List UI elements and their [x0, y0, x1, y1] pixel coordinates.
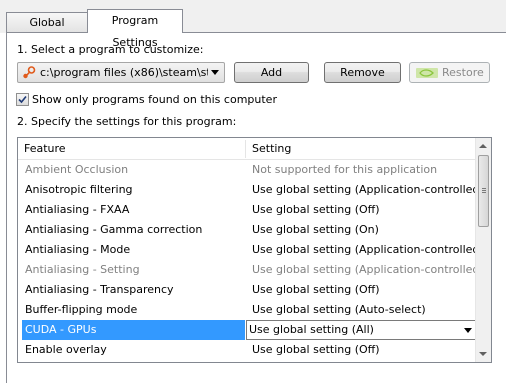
setting-cell: Use global setting (Application-controll… [252, 243, 484, 256]
feature-cell: Antialiasing - Setting [25, 263, 140, 276]
table-row[interactable]: Antialiasing - Setting Use global settin… [18, 260, 484, 280]
step2-label: 2. Specify the settings for this program… [17, 115, 237, 128]
column-header-setting[interactable]: Setting [246, 138, 477, 159]
feature-cell: Antialiasing - Gamma correction [25, 223, 203, 236]
chevron-down-icon [464, 328, 472, 333]
table-row-selected[interactable]: CUDA - GPUs Use global setting (All) [18, 320, 477, 340]
checkmark-icon [18, 95, 27, 104]
vertical-scrollbar[interactable] [475, 138, 491, 362]
setting-cell: Use global setting (Off) [252, 343, 380, 356]
chevron-down-icon [211, 70, 219, 75]
table-row[interactable]: Anisotropic filtering Use global setting… [18, 180, 484, 200]
settings-list-header: Feature Setting [18, 138, 477, 160]
steam-icon [23, 66, 36, 79]
settings-list[interactable]: Feature Setting Ambient Occlusion Not su… [17, 137, 492, 363]
feature-cell: Antialiasing - Transparency [25, 283, 174, 296]
tab-program-settings[interactable]: Program Settings [87, 9, 183, 49]
program-select-value: c:\program files (x86)\steam\st... [40, 66, 208, 79]
scrollbar-thumb[interactable] [478, 155, 489, 227]
setting-dropdown[interactable]: Use global setting (All) [246, 320, 476, 340]
show-only-found-checkbox[interactable] [16, 93, 29, 106]
feature-cell: Antialiasing - Mode [25, 243, 131, 256]
feature-cell: Enable overlay [25, 343, 107, 356]
setting-cell: Use global setting (Off) [252, 283, 380, 296]
add-button[interactable]: Add [234, 62, 309, 83]
setting-cell: Use global setting (On) [252, 223, 379, 236]
table-row[interactable]: Enable overlay Use global setting (Off) [18, 340, 477, 360]
table-row[interactable]: Antialiasing - Gamma correction Use glob… [18, 220, 477, 240]
program-select[interactable]: c:\program files (x86)\steam\st... [17, 62, 225, 83]
column-header-feature[interactable]: Feature [18, 138, 245, 159]
scroll-up-icon[interactable] [479, 144, 487, 148]
scroll-down-icon[interactable] [479, 352, 487, 356]
restore-label: Restore [442, 66, 484, 79]
setting-cell: Use global setting (Application-controll… [252, 263, 484, 276]
setting-cell: Use global setting (Application-controll… [252, 183, 484, 196]
table-row[interactable]: Antialiasing - Mode Use global setting (… [18, 240, 484, 260]
setting-cell: Use global setting (Off) [252, 203, 380, 216]
setting-dropdown-value: Use global setting (All) [249, 323, 374, 336]
feature-cell: Anisotropic filtering [25, 183, 133, 196]
nvidia-icon [416, 68, 438, 78]
show-only-found-label[interactable]: Show only programs found on this compute… [32, 93, 277, 106]
table-row[interactable]: Antialiasing - FXAA Use global setting (… [18, 200, 477, 220]
step1-label: 1. Select a program to customize: [17, 43, 204, 56]
grip-icon [482, 188, 486, 189]
restore-button[interactable]: Restore [409, 62, 490, 83]
setting-cell: Not supported for this application [252, 163, 438, 176]
setting-cell: Use global setting (Auto-select) [252, 303, 426, 316]
feature-cell: Antialiasing - FXAA [25, 203, 130, 216]
feature-cell: Buffer-flipping mode [25, 303, 138, 316]
feature-cell: CUDA - GPUs [25, 323, 97, 336]
feature-cell: Ambient Occlusion [25, 163, 129, 176]
table-row[interactable]: Buffer-flipping mode Use global setting … [18, 300, 477, 320]
tab-global-settings[interactable]: Global Settings [6, 12, 88, 48]
table-row[interactable]: Antialiasing - Transparency Use global s… [18, 280, 477, 300]
remove-button[interactable]: Remove [324, 62, 401, 83]
table-row[interactable]: Ambient Occlusion Not supported for this… [18, 160, 477, 180]
